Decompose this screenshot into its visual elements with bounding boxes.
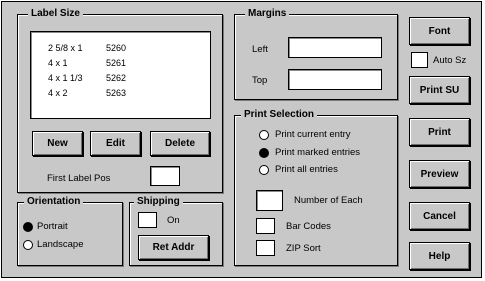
print-button[interactable]: Print xyxy=(409,118,470,146)
margins-title: Margins xyxy=(245,7,290,20)
label-size-title: Label Size xyxy=(28,7,83,20)
list-item[interactable]: 4 x 2 5263 xyxy=(48,87,126,99)
cancel-button[interactable]: Cancel xyxy=(409,202,470,230)
print-selection-title: Print Selection xyxy=(241,108,318,121)
number-of-each-label: Number of Each xyxy=(294,195,363,206)
list-item-code: 5263 xyxy=(106,88,127,98)
list-item-size: 4 x 1 xyxy=(48,58,68,68)
top-margin-field[interactable] xyxy=(288,69,382,90)
list-item-size: 2 5/8 x 1 xyxy=(48,43,83,53)
left-margin-label: Left xyxy=(252,44,268,55)
bar-codes-label: Bar Codes xyxy=(286,221,331,232)
list-item-size: 4 x 2 xyxy=(48,88,68,98)
list-item[interactable]: 4 x 1 1/3 5262 xyxy=(48,72,126,84)
list-item-code: 5261 xyxy=(106,58,127,68)
new-button[interactable]: New xyxy=(32,131,83,156)
number-of-each-field[interactable] xyxy=(256,190,283,211)
edit-button[interactable]: Edit xyxy=(90,131,141,156)
orientation-title: Orientation xyxy=(24,195,84,208)
first-label-pos-label: First Label Pos xyxy=(47,173,111,184)
shipping-on-label: On xyxy=(167,215,180,226)
bar-codes-checkbox[interactable] xyxy=(256,218,275,234)
shipping-on-checkbox[interactable] xyxy=(138,212,157,228)
font-button[interactable]: Font xyxy=(409,17,470,45)
print-all-radio[interactable] xyxy=(259,165,269,175)
zip-sort-checkbox[interactable] xyxy=(256,240,275,256)
print-all-label: Print all entries xyxy=(275,164,338,175)
print-current-label: Print current entry xyxy=(275,129,351,140)
left-margin-field[interactable] xyxy=(288,37,382,58)
landscape-label: Landscape xyxy=(37,239,84,250)
print-marked-radio[interactable] xyxy=(259,148,269,158)
preview-button[interactable]: Preview xyxy=(409,160,470,188)
auto-sz-label: Auto Sz xyxy=(433,55,467,66)
zip-sort-label: ZIP Sort xyxy=(286,243,321,254)
shipping-title: Shipping xyxy=(134,195,183,208)
print-marked-label: Print marked entries xyxy=(275,147,361,158)
print-su-button[interactable]: Print SU xyxy=(409,76,470,104)
print-current-radio[interactable] xyxy=(259,130,269,140)
help-button[interactable]: Help xyxy=(409,242,470,270)
portrait-radio[interactable] xyxy=(23,222,33,232)
list-item[interactable]: 4 x 1 5261 xyxy=(48,57,126,69)
label-size-list[interactable]: 2 5/8 x 1 5260 4 x 1 5261 4 x 1 1/3 5262 4 … xyxy=(30,31,211,119)
list-item-code: 5260 xyxy=(106,43,127,53)
ret-addr-button[interactable]: Ret Addr xyxy=(138,235,209,260)
delete-button[interactable]: Delete xyxy=(150,131,210,156)
landscape-radio[interactable] xyxy=(23,240,33,250)
list-item-code: 5262 xyxy=(106,73,127,83)
portrait-label: Portrait xyxy=(37,221,68,232)
print-labels-dialog: Label Size 2 5/8 x 1 5260 4 x 1 5261 4 x 1… xyxy=(1,1,482,278)
top-margin-label: Top xyxy=(252,75,268,86)
list-item-size: 4 x 1 1/3 xyxy=(48,73,83,83)
orientation-group: Orientation xyxy=(17,195,123,266)
first-label-pos-field[interactable] xyxy=(150,166,180,186)
auto-sz-checkbox[interactable] xyxy=(411,52,428,68)
list-item[interactable]: 2 5/8 x 1 5260 xyxy=(48,42,126,54)
